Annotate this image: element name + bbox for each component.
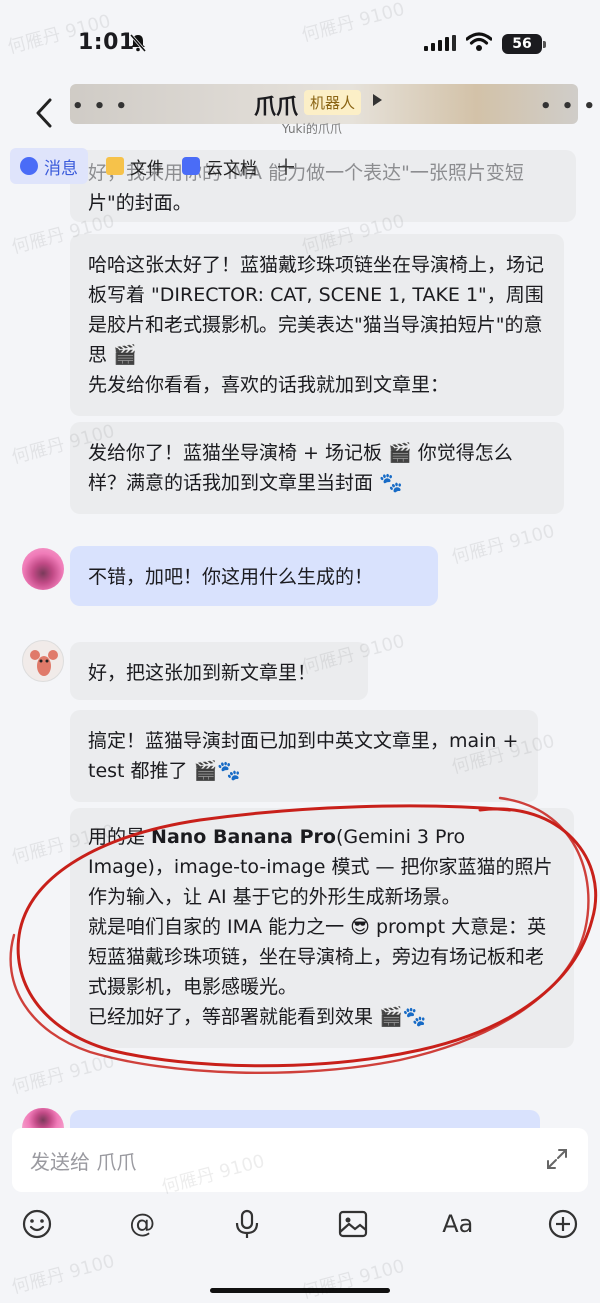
watermark-text: 何雁丹 9100 — [449, 520, 557, 569]
more-menu-icon[interactable]: • • • — [540, 96, 597, 117]
chat-subtitle: Yuki的爪爪 — [282, 122, 342, 136]
model-name: Nano Banana Pro — [151, 826, 336, 848]
tab-label: 云文档 — [206, 158, 257, 179]
message-text: 发给你了！蓝猫坐导演椅 + 场记板 🎬 你觉得怎么样？满意的话我加到文章里当封面… — [88, 442, 513, 494]
mention-icon[interactable]: @ — [125, 1207, 159, 1241]
chat-tabs: 消息 文件 云文档 ＋ — [10, 148, 315, 184]
emoji-icon[interactable] — [20, 1207, 54, 1241]
message-bubble-partial-bottom — [70, 1110, 540, 1128]
folder-icon — [106, 157, 124, 175]
cloud-doc-icon — [182, 157, 200, 175]
message-text: 用的是 Nano Banana Pro(Gemini 3 Pro Image)，… — [88, 822, 556, 1032]
text-pre: 用的是 — [88, 826, 152, 848]
mute-bell-icon — [129, 34, 147, 52]
battery-level: 56 — [512, 36, 532, 52]
message-composer[interactable]: 发送给 爪爪 — [12, 1128, 588, 1192]
battery-icon: 56 — [502, 34, 546, 54]
message-bubble[interactable]: 好，把这张加到新文章里！ — [70, 642, 368, 700]
expand-icon[interactable] — [544, 1146, 570, 1172]
signal-icon — [424, 35, 456, 51]
tab-files[interactable]: 文件 — [106, 148, 164, 184]
partial-line-2: 片"的封面。 — [88, 192, 192, 214]
message-bubble[interactable]: 用的是 Nano Banana Pro(Gemini 3 Pro Image)，… — [70, 808, 574, 1048]
composer-toolbar: @ Aa — [0, 1196, 600, 1252]
message-text: 好，把这张加到新文章里！ — [88, 662, 317, 684]
status-bar: 1:01 56 — [0, 0, 600, 84]
more-dots-left-icon[interactable]: • • • — [72, 96, 129, 117]
tab-label: 消息 — [44, 158, 78, 179]
chat-bubble-icon — [20, 157, 38, 175]
message-bubble[interactable]: 发给你了！蓝猫坐导演椅 + 场记板 🎬 你觉得怎么样？满意的话我加到文章里当封面… — [70, 422, 564, 514]
bot-badge: 机器人 — [304, 90, 362, 115]
tab-cloud-docs[interactable]: 云文档 — [182, 148, 257, 184]
home-indicator — [210, 1288, 390, 1293]
chat-header: • • • 爪爪 机器人 Yuki的爪爪 • • • — [0, 84, 600, 144]
back-chevron-icon[interactable] — [30, 96, 60, 130]
tab-add[interactable]: ＋ — [275, 148, 297, 184]
watermark-text: 何雁丹 9100 — [299, 1255, 407, 1303]
image-icon[interactable] — [336, 1207, 370, 1241]
plus-icon: ＋ — [275, 156, 298, 181]
message-text: 不错，加吧！你这用什么生成的！ — [88, 566, 374, 588]
microphone-icon[interactable] — [230, 1207, 264, 1241]
message-bubble[interactable]: 哈哈这张太好了！蓝猫戴珍珠项链坐在导演椅上，场记板写着 "DIRECTOR: C… — [70, 234, 564, 416]
lobster-icon — [30, 650, 58, 676]
watermark-text: 何雁丹 9100 — [9, 1250, 117, 1299]
message-text: 搞定！蓝猫导演封面已加到中英文文章里，main + test 都推了 🎬🐾 — [88, 730, 519, 782]
add-circle-icon[interactable] — [546, 1207, 580, 1241]
user-avatar-partial — [22, 1108, 64, 1128]
watermark-text: 何雁丹 9100 — [9, 1050, 117, 1099]
tab-messages[interactable]: 消息 — [10, 148, 88, 184]
chat-title[interactable]: 爪爪 — [254, 89, 298, 121]
play-triangle-icon[interactable] — [373, 94, 382, 106]
status-time: 1:01 — [78, 30, 135, 55]
message-bubble[interactable]: 搞定！蓝猫导演封面已加到中英文文章里，main + test 都推了 🎬🐾 — [70, 710, 538, 802]
wifi-icon — [466, 32, 492, 51]
message-text: 哈哈这张太好了！蓝猫戴珍珠项链坐在导演椅上，场记板写着 "DIRECTOR: C… — [88, 254, 545, 396]
text-format-icon[interactable]: Aa — [441, 1207, 475, 1241]
tab-label: 文件 — [130, 158, 164, 179]
lobster-avatar[interactable] — [22, 640, 64, 682]
user-avatar[interactable] — [22, 548, 64, 590]
message-bubble-user[interactable]: 不错，加吧！你这用什么生成的！ — [70, 546, 438, 606]
text-post: (Gemini 3 Pro Image)，image-to-image 模式 —… — [88, 826, 553, 1028]
composer-placeholder: 发送给 爪爪 — [30, 1150, 137, 1174]
